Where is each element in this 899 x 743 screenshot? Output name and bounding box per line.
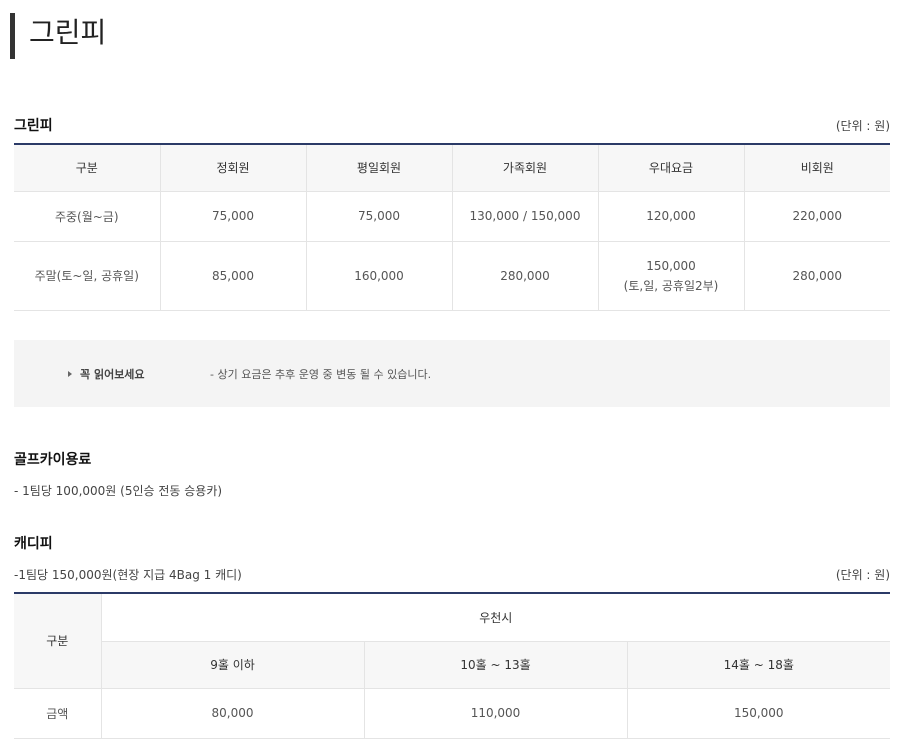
caddie-subheader: -1팀당 150,000원(현장 지급 4Bag 1 캐디) (단위 : 원) [14,566,890,583]
greenfee-header: 그린피 (단위 : 원) [14,115,890,135]
table-row: 금액 80,000 110,000 150,000 [14,688,890,739]
caddie-title: 캐디피 [14,536,53,552]
cart-header: 골프카이용료 [14,449,890,469]
caddie-table: 구분 우천시 9홀 이하 10홀 ~ 13홀 14홀 ~ 18홀 금액 80,0… [14,592,890,739]
caddie-header: 캐디피 [14,533,890,553]
column-header: 10홀 ~ 13홀 [364,641,628,689]
column-header: 가족회원 [452,144,599,192]
row-label: 주중(월~금) [14,191,161,242]
table-cell: 85,000 [160,241,307,311]
table-row: 주중(월~금) 75,000 75,000 130,000 / 150,000 … [14,191,890,242]
table-cell: 220,000 [744,191,890,242]
table-header-row: 9홀 이하 10홀 ~ 13홀 14홀 ~ 18홀 [14,641,890,689]
notice-box: 꼭 읽어보세요 - 상기 요금은 추후 운영 중 변동 될 수 있습니다. [14,340,890,407]
cart-text: - 1팀당 100,000원 (5인승 전동 승용카) [14,484,223,498]
greenfee-table: 구분 정회원 평일회원 가족회원 우대요금 비회원 주중(월~금) 75,000… [14,143,890,311]
row-label: 금액 [14,688,102,739]
notice-label: 꼭 읽어보세요 [68,366,210,382]
notice-text: - 상기 요금은 추후 운영 중 변동 될 수 있습니다. [210,367,432,381]
triangle-bullet-icon [68,370,72,377]
greenfee-title: 그린피 [14,118,53,134]
table-cell: 280,000 [452,241,599,311]
page-title: 그린피 [10,13,106,59]
table-cell: 120,000 [598,191,745,242]
table-cell: 150,000 [627,688,890,739]
caddie-text: -1팀당 150,000원(현장 지급 4Bag 1 캐디) [14,568,242,582]
table-cell: 80,000 [101,688,365,739]
table-cell: 280,000 [744,241,890,311]
column-header: 정회원 [160,144,307,192]
table-row: 주말(토~일, 공휴일) 85,000 160,000 280,000 150,… [14,241,890,311]
column-header: 구분 [14,144,161,192]
table-cell: 110,000 [364,688,628,739]
table-cell: 75,000 [306,191,453,242]
notice-label-text: 꼭 읽어보세요 [80,367,145,381]
table-cell: 160,000 [306,241,453,311]
group-header: 우천시 [101,593,890,642]
column-header: 비회원 [744,144,890,192]
greenfee-unit: (단위 : 원) [835,119,890,133]
table-cell: 130,000 / 150,000 [452,191,599,242]
table-header-row: 구분 우천시 [14,593,890,689]
cart-title: 골프카이용료 [14,452,92,468]
table-cell: 150,000 (토,일, 공휴일2부) [598,241,745,311]
table-header-row: 구분 정회원 평일회원 가족회원 우대요금 비회원 [14,144,890,192]
column-header: 평일회원 [306,144,453,192]
table-cell: 75,000 [160,191,307,242]
row-header: 구분 [14,593,102,689]
column-header: 우대요금 [598,144,745,192]
discount-weekend-price: 150,000 [646,258,696,273]
caddie-unit: (단위 : 원) [835,568,890,582]
column-header: 9홀 이하 [101,641,365,689]
row-label: 주말(토~일, 공휴일) [14,241,161,311]
discount-weekend-note: (토,일, 공휴일2부) [623,278,719,293]
column-header: 14홀 ~ 18홀 [627,641,890,689]
